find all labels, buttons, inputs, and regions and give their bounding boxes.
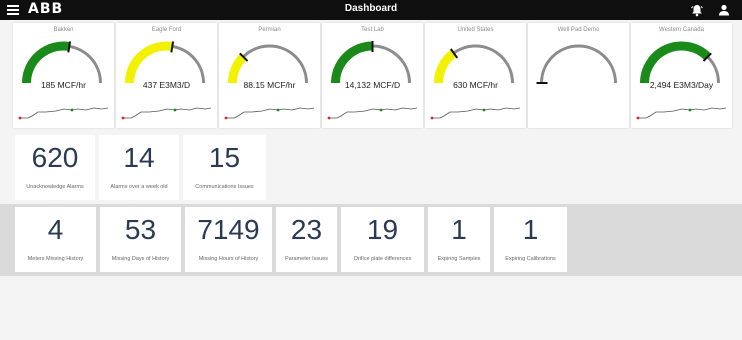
trend-sparkline <box>18 107 109 120</box>
trend-sparkline <box>121 107 212 120</box>
gauge-row: Bakken 185 MCF/hr Eagle Ford 437 E3M3/D … <box>0 21 742 131</box>
gauge-card-bakken[interactable]: Bakken 185 MCF/hr <box>13 23 114 128</box>
tile-label: Communications Issues <box>195 184 254 190</box>
gauge-fill <box>125 41 173 84</box>
gauge-value: 630 MCF/hr <box>453 80 498 90</box>
gauge-card-permian[interactable]: Permian 88.15 MCF/hr <box>219 23 320 128</box>
gauge-track <box>540 44 617 84</box>
page-title: Dashboard <box>344 3 398 14</box>
tile-label: Missing Days of History <box>111 256 170 262</box>
gauge-value: 14,132 MCF/D <box>344 80 401 90</box>
tile-label: Unacknowledge Alarms <box>26 184 84 190</box>
tile-label: Missing Hours of History <box>198 256 259 262</box>
sparkline-start-marker <box>327 116 331 120</box>
top-bar: ABB Dashboard <box>0 0 742 20</box>
gauge-card-eagle-ford[interactable]: Eagle Ford 437 E3M3/D <box>116 23 217 128</box>
gauge-fill <box>640 41 711 84</box>
tile-label: Expiring Calibrations <box>505 256 556 262</box>
tile-label: Expiring Samples <box>437 256 481 262</box>
gauge-name: United States <box>457 27 494 33</box>
sparkline-point-marker <box>276 108 280 112</box>
sparkline-path <box>20 107 109 119</box>
tile-label: Meters Missing History <box>27 256 84 262</box>
tile-alarms-over-week-old[interactable]: 14 Alarms over a week old <box>99 135 179 200</box>
tile-value: 23 <box>290 214 323 245</box>
sparkline-start-marker <box>18 116 22 120</box>
tile-value: 14 <box>123 142 155 173</box>
gauge-name: Well Pad Demo <box>557 27 600 33</box>
tile-value: 19 <box>366 214 399 245</box>
sparkline-path <box>329 107 418 119</box>
sparkline-point-marker <box>688 108 692 112</box>
tile-label: Alarms over a week old <box>110 184 168 190</box>
sparkline-path <box>226 107 315 119</box>
gauge-name: Test Lab <box>361 27 384 33</box>
tile-value: 1 <box>522 214 539 245</box>
gauge-name: Western Canada <box>659 27 704 33</box>
gauge-value: 185 MCF/hr <box>41 80 86 90</box>
trend-sparkline <box>636 107 727 120</box>
sparkline-point-marker <box>379 108 383 112</box>
tile-meters-missing-history[interactable]: 4 Meters Missing History <box>15 207 96 272</box>
sparkline-point-marker <box>70 108 74 112</box>
trend-sparkline <box>327 107 418 120</box>
tile-unacknowledged-alarms[interactable]: 620 Unacknowledge Alarms <box>15 135 95 200</box>
gauge-name: Bakken <box>53 27 74 33</box>
tile-label: Orifice plate differences <box>353 256 412 262</box>
gauge-card-united-states[interactable]: United States 630 MCF/hr <box>425 23 526 128</box>
trend-sparkline <box>430 107 521 120</box>
sparkline-point-marker <box>482 108 486 112</box>
tile-expiring-calibrations[interactable]: 1 Expiring Calibrations <box>494 207 567 272</box>
tile-parameter-issues[interactable]: 23 Parameter Issues <box>276 207 337 272</box>
gauge-card-test-lab[interactable]: Test Lab 14,132 MCF/D <box>322 23 423 128</box>
tile-missing-days-of-history[interactable]: 53 Missing Days of History <box>100 207 181 272</box>
gauge-card-western-canada[interactable]: Western Canada 2,494 E3M3/Day <box>631 23 732 128</box>
tile-value: 4 <box>47 214 64 245</box>
gauge-name: Permian <box>258 27 281 33</box>
sparkline-path <box>638 107 727 119</box>
tile-communications-issues[interactable]: 15 Communications Issues <box>183 135 266 200</box>
sparkline-start-marker <box>224 116 228 120</box>
notification-bell-icon[interactable] <box>690 3 704 17</box>
gauge-name: Eagle Ford <box>151 27 182 33</box>
gauge-value: 88.15 MCF/hr <box>243 80 296 90</box>
sparkline-start-marker <box>121 116 125 120</box>
sparkline-start-marker <box>430 116 434 120</box>
sparkline-start-marker <box>636 116 640 120</box>
trend-sparkline <box>224 107 315 120</box>
tile-orifice-plate-differences[interactable]: 19 Orifice plate differences <box>341 207 424 272</box>
history-summary-row: 4 Meters Missing History 53 Missing Days… <box>0 204 742 276</box>
tile-value: 1 <box>451 214 467 245</box>
sparkline-path <box>123 107 212 119</box>
gauge-track <box>231 44 308 84</box>
tile-expiring-samples[interactable]: 1 Expiring Samples <box>428 207 490 272</box>
tile-missing-hours-of-history[interactable]: 7149 Missing Hours of History <box>185 207 272 272</box>
gauge-value: 437 E3M3/D <box>142 80 191 90</box>
user-icon[interactable] <box>717 3 731 17</box>
alarm-summary-row: 620 Unacknowledge Alarms 14 Alarms over … <box>0 132 742 204</box>
tile-value: 7149 <box>197 214 260 245</box>
sparkline-path <box>432 107 521 119</box>
gauge-value: 2,494 E3M3/Day <box>649 80 714 90</box>
tile-value: 53 <box>124 214 157 245</box>
gauge-card-well-pad-demo[interactable]: Well Pad Demo <box>528 23 629 128</box>
tile-value: 620 <box>31 142 79 173</box>
gauge-fill <box>22 41 70 84</box>
tile-label: Parameter Issues <box>284 256 329 262</box>
sparkline-point-marker <box>173 108 177 112</box>
tile-value: 15 <box>208 142 241 173</box>
gauge-fill <box>331 41 373 84</box>
gauge-fill <box>434 49 457 84</box>
gauge-arc <box>536 44 617 84</box>
